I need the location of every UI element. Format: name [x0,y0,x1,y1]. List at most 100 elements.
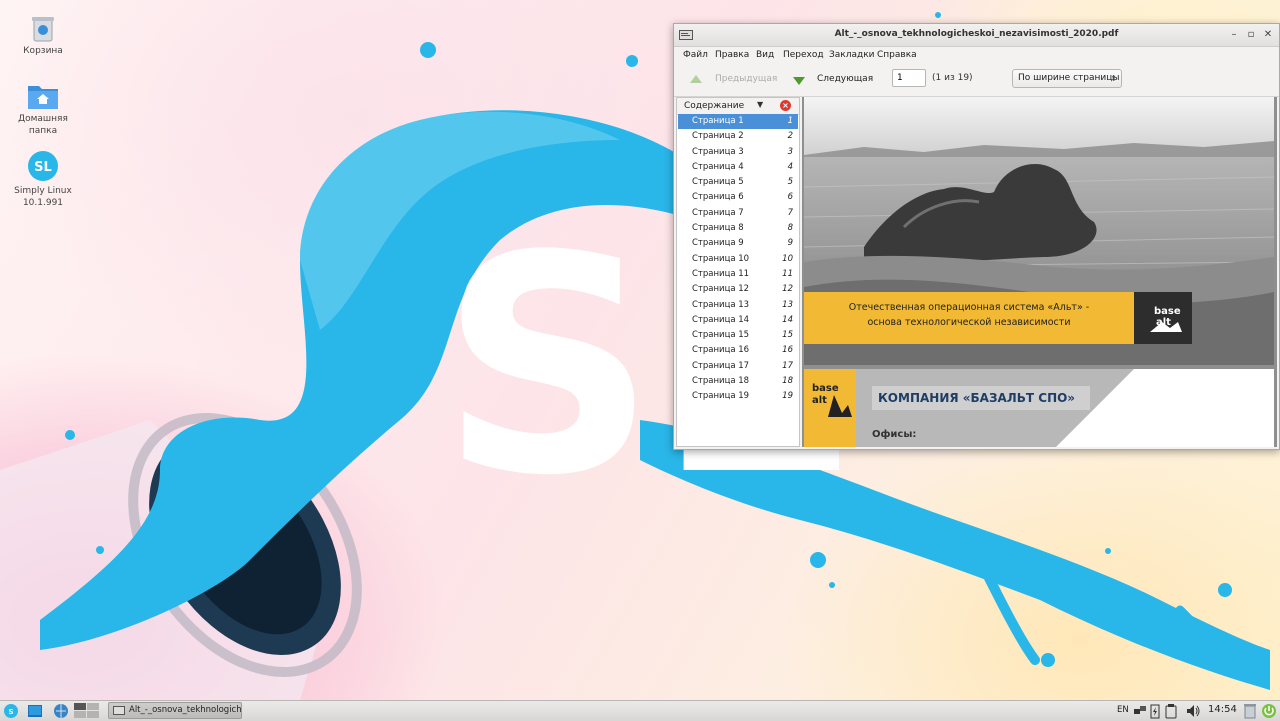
toc-item[interactable]: Страница 11 11 [678,267,798,282]
banner-line-1: Отечественная операционная система «Альт… [848,302,1090,313]
toc-item[interactable]: Страница 6 6 [678,190,798,205]
workspace-switcher-icon[interactable] [74,703,100,719]
toc-item-title: Страница 13 [692,299,750,310]
pdf-page-1: Отечественная операционная система «Альт… [804,97,1274,365]
arrow-down-icon [793,77,805,85]
desktop-icon-home[interactable]: Домашняя папка [13,82,73,137]
svg-text:S: S [8,708,13,716]
toc-item[interactable]: Страница 3 3 [678,145,798,160]
toc-item-title: Страница 19 [692,391,750,402]
desktop-icon-label: Корзина [23,46,63,56]
sidebar: Содержание ▼ × Страница 1 1 Страница 2 2 С… [676,97,800,447]
toc-item[interactable]: Страница 2 2 [678,129,798,144]
close-sidebar-icon[interactable]: × [780,100,791,111]
volume-icon[interactable] [1185,703,1201,719]
toc-item-title: Страница 17 [692,360,750,371]
toc-item[interactable]: Страница 15 15 [678,328,798,343]
menu-edit[interactable]: Правка [715,50,749,60]
toc-item-title: Страница 16 [692,345,750,356]
toolbar: Предыдущая Следующая (1 из 19) По ширине… [674,64,1279,97]
menu-go[interactable]: Переход [783,50,824,60]
clock[interactable]: 14:54 [1208,704,1237,715]
toc-item[interactable]: Страница 16 16 [678,343,798,358]
taskbar-window-button[interactable]: Alt_-_osnova_tekhnologich... [108,702,242,719]
toc-item-title: Страница 8 [692,223,744,234]
toc-item-page: 19 [782,391,793,402]
home-folder-icon [28,86,58,109]
network-icon[interactable] [1133,703,1147,719]
desktop-icon-simply-linux[interactable]: SL Simply Linux 10.1.991 [13,150,73,209]
pdf-page-2: base alt КОМПАНИЯ «БАЗАЛЬТ СПО» Офисы: [804,369,1274,447]
desktop-icon-label: Simply Linux [14,186,72,196]
toc-item-page: 2 [787,131,793,142]
toc-item[interactable]: Страница 13 13 [678,298,798,313]
sidebar-header[interactable]: Содержание ▼ × [677,98,799,115]
pdf-viewer-icon [113,706,125,715]
toc-item[interactable]: Страница 7 7 [678,206,798,221]
close-icon[interactable]: ✕ [1261,28,1275,42]
toc-item-page: 18 [782,376,793,387]
toc-item[interactable]: Страница 5 5 [678,175,798,190]
trash-tray-icon[interactable] [1244,703,1256,719]
window-titlebar[interactable]: Alt_-_osnova_tekhnologicheskoi_nezavisim… [674,24,1279,47]
toc-item-page: 8 [787,223,793,234]
toc-item[interactable]: Страница 8 8 [678,221,798,236]
power-icon[interactable] [1261,703,1277,719]
desktop-icon-label: Домашняя [18,114,68,124]
toc-item-page: 3 [787,146,793,157]
menu-bookmarks[interactable]: Закладки [829,50,875,60]
taskbar-window-label: Alt_-_osnova_tekhnologich... [129,705,242,715]
toc-item[interactable]: Страница 12 12 [678,282,798,297]
toc-item-title: Страница 12 [692,284,750,295]
toc-item-page: 7 [787,207,793,218]
page-number-input[interactable] [892,69,926,87]
toc-item[interactable]: Страница 17 17 [678,359,798,374]
previous-page-button[interactable]: Предыдущая [688,71,777,89]
desktop-icon-label: папка [28,126,58,136]
dropdown-arrow-icon[interactable]: ▼ [757,100,763,109]
show-desktop-icon[interactable] [27,703,43,719]
toc-list: Страница 1 1 Страница 2 2 Страница 3 3 Стра… [678,114,798,405]
toc-item[interactable]: Страница 1 1 [678,114,798,130]
clipboard-icon[interactable] [1165,703,1177,719]
zoom-select[interactable]: По ширине страницы ⇕ [1012,69,1122,88]
toc-item[interactable]: Страница 19 19 [678,389,798,404]
toc-item-title: Страница 18 [692,376,750,387]
toc-item-page: 11 [782,268,793,279]
pdf-viewer-window: Alt_-_osnova_tekhnologicheskoi_nezavisim… [673,23,1280,450]
toc-item[interactable]: Страница 9 9 [678,236,798,251]
toc-item[interactable]: Страница 14 14 [678,313,798,328]
toc-item-title: Страница 9 [692,238,744,249]
maximize-icon[interactable]: ▫ [1244,28,1258,42]
toc-item-page: 15 [782,330,793,341]
minimize-icon[interactable]: – [1227,28,1241,42]
menu-view[interactable]: Вид [756,50,774,60]
menu-file[interactable]: Файл [683,50,708,60]
toc-item[interactable]: Страница 4 4 [678,160,798,175]
battery-icon[interactable] [1150,703,1160,719]
toc-item-title: Страница 6 [692,192,744,203]
svg-text:SL: SL [34,160,52,175]
toc-item[interactable]: Страница 18 18 [678,374,798,389]
browser-icon[interactable] [53,703,69,719]
zoom-select-value: По ширине страницы [1018,73,1120,83]
desktop-icon-label: 10.1.991 [22,198,64,208]
page2-yellow-bar: base alt [804,369,856,447]
keyboard-layout-indicator[interactable]: EN [1117,705,1129,715]
trash-icon [32,17,54,42]
svg-text:base: base [812,383,839,394]
toc-item[interactable]: Страница 10 10 [678,252,798,267]
toc-item-title: Страница 2 [692,131,744,142]
toc-item-page: 17 [782,360,793,371]
menu-help[interactable]: Справка [877,50,917,60]
toc-item-title: Страница 5 [692,177,744,188]
desktop-icon-trash[interactable]: Корзина [13,14,73,57]
document-view[interactable]: Отечественная операционная система «Альт… [802,97,1277,447]
next-page-button[interactable]: Следующая [791,71,874,89]
next-page-label: Следующая [817,74,874,84]
toc-item-title: Страница 10 [692,253,750,264]
start-menu-icon[interactable]: S [3,703,19,719]
toc-item-page: 14 [782,314,793,325]
toc-item-title: Страница 11 [692,268,750,279]
toc-item-title: Страница 3 [692,146,744,157]
